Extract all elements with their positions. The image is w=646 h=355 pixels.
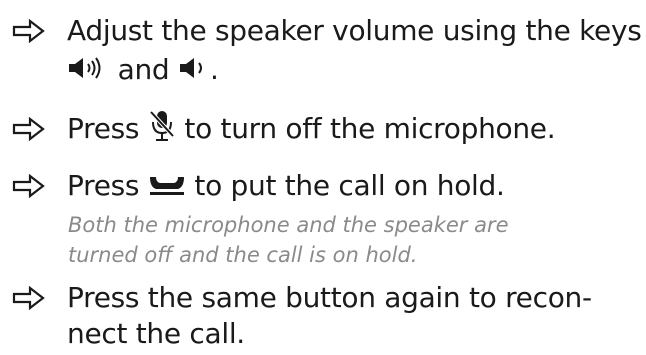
step-3-line: Press to put the call on hold. (67, 165, 505, 207)
speaker-volume-down-icon (178, 56, 210, 80)
instruction-list: Adjust the speaker volume using the keys… (0, 0, 646, 350)
arrow-right-icon (12, 117, 46, 141)
microphone-off-icon (148, 109, 176, 143)
period-text: . (210, 53, 219, 86)
arrow-right-icon (12, 174, 46, 198)
step-1-line-2: and . (67, 49, 219, 91)
arrow-right-icon (12, 286, 46, 310)
mute-description: to turn off the microphone. (184, 112, 556, 145)
press-text: Press (67, 169, 140, 202)
arrow-right-icon (12, 19, 46, 43)
hold-description: to put the call on hold. (194, 169, 505, 202)
hold-note-line-1: Both the microphone and the speaker are (68, 213, 509, 237)
step-2-line: Press to turn off the microphone. (67, 108, 556, 150)
step-1-line-1: Adjust the speaker volume using the keys (67, 14, 642, 47)
speaker-volume-up-icon (67, 56, 109, 80)
step-4-line-2: nect the call. (67, 317, 245, 350)
hold-note-line-2: turned off and the call is on hold. (68, 243, 418, 267)
press-text: Press (67, 112, 140, 145)
and-text: and (117, 53, 170, 86)
call-hold-handset-icon (148, 173, 186, 197)
